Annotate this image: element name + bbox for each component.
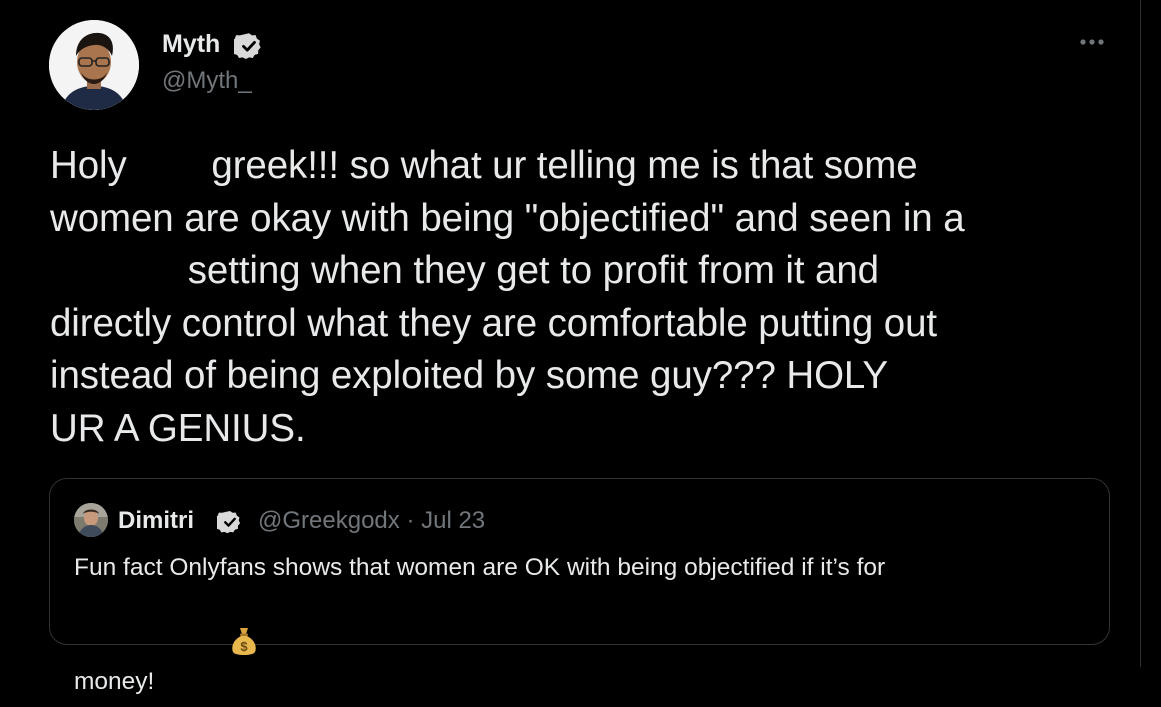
tweet-text-line: Holy greek!!! so what ur telling me is t… xyxy=(50,144,918,187)
verified-badge-icon xyxy=(214,509,243,540)
author-name-text: Myth xyxy=(162,30,221,58)
author-handle[interactable]: @Myth_ xyxy=(162,66,252,96)
author-name[interactable]: Myth xyxy=(162,28,220,60)
quoted-text-fragment: money! xyxy=(74,668,162,695)
quoted-author-handle[interactable]: @Greekgodx xyxy=(258,507,400,534)
tweet-text-line: UR A GENIUS. xyxy=(50,406,306,450)
quoted-tweet-text: Fun fact Onlyfans shows that women are O… xyxy=(74,549,1074,707)
quoted-author-avatar-image xyxy=(74,503,108,537)
svg-text:$: $ xyxy=(241,639,249,654)
quoted-author-name[interactable]: Dimitri xyxy=(118,506,194,536)
quoted-text-line: money! $ xyxy=(74,587,1074,707)
quoted-tweet[interactable]: Dimitri @Greekgodx · Jul 23 Fun fact Onl… xyxy=(49,478,1110,695)
tweet-card: Myth @Myth_ Holy greek!!! so what ur tel… xyxy=(0,0,1141,695)
quoted-tweet-meta: @Greekgodx · Jul 23 xyxy=(258,506,485,536)
tweet-text-line: directly control what they are comfortab… xyxy=(50,301,937,345)
tweet-text-line: setting when they get to profit from it … xyxy=(50,249,879,293)
author-avatar-image xyxy=(49,20,139,110)
tweet-text-line: instead of being exploited by some guy??… xyxy=(50,354,888,398)
more-options-button[interactable] xyxy=(1074,30,1110,54)
quoted-author-avatar[interactable] xyxy=(74,503,108,537)
author-avatar[interactable] xyxy=(49,20,139,110)
money-bag-icon: $ xyxy=(161,587,259,707)
verified-badge-icon xyxy=(231,31,264,66)
quoted-tweet-date[interactable]: Jul 23 xyxy=(421,507,485,534)
quoted-text-line: Fun fact Onlyfans shows that women are O… xyxy=(74,554,886,581)
more-horizontal-icon xyxy=(1080,39,1104,45)
tweet-text-line: women are okay with being "objectified" … xyxy=(50,196,965,240)
tweet-text: Holy greek!!! so what ur telling me is t… xyxy=(50,140,1130,456)
meta-separator: · xyxy=(406,507,415,534)
